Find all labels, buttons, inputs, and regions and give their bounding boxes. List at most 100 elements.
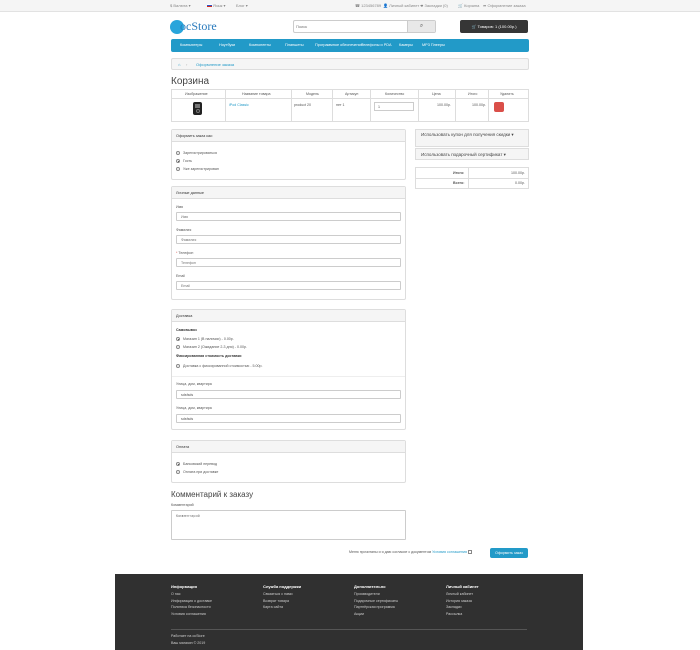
footer-heading: Информация [171, 584, 197, 589]
account-dropdown[interactable]: 👤 Личный кабинет ▾ [383, 3, 422, 8]
flag-icon [207, 4, 212, 8]
phone-link[interactable]: ☎ 123456789 [355, 3, 381, 8]
cart-table: Изображение Название товара Модель Артик… [171, 89, 529, 122]
language-dropdown[interactable]: Язык ▾ [207, 3, 225, 8]
footer-link[interactable]: Карта сайта [263, 605, 283, 609]
column-header: Количество [385, 92, 405, 96]
search-box: ⌕ [293, 20, 436, 33]
footer-link[interactable]: Подарочные сертификаты [354, 599, 398, 603]
lastname-field[interactable] [176, 235, 401, 244]
radio-fixed[interactable] [176, 364, 180, 368]
column-header: Итого [468, 92, 478, 96]
menu-item[interactable]: Ноутбуки [219, 43, 235, 47]
firstname-field[interactable] [176, 212, 401, 221]
footer-link[interactable]: Личный кабинет [446, 592, 473, 596]
coupon-toggle[interactable]: Использовать купон для получения скидки … [415, 129, 529, 147]
cart-link[interactable]: 🛒 Корзина [458, 3, 479, 8]
checkout-button[interactable]: Оформить заказ [490, 548, 528, 558]
fixed-heading: Фиксированная стоимость доставки [176, 354, 242, 358]
remove-button[interactable]: ✖ [494, 102, 504, 122]
email-field[interactable] [176, 281, 401, 290]
option-label: Банковский перевод [183, 462, 218, 466]
footer-link[interactable]: Связаться с нами [263, 592, 293, 596]
address-label: Улица, дом, квартира [176, 382, 212, 386]
address-field[interactable] [176, 390, 401, 399]
option-label: Уже зарегистрирован [183, 167, 219, 171]
wishlist-link[interactable]: ♥ Закладки (0) [421, 3, 448, 8]
footer-link[interactable]: Партнёрская программа [354, 605, 395, 609]
product-name-link[interactable]: iPod Classic [229, 103, 249, 107]
pickup-heading: Самовывоз [176, 328, 197, 332]
menu-item[interactable]: Компоненты [249, 43, 271, 47]
total-label: Всего: [453, 181, 465, 185]
main-menu: Компьютеры Ноутбуки Компоненты Планшеты … [171, 39, 529, 52]
radio-bank-transfer[interactable] [176, 462, 180, 466]
terms-link[interactable]: Условия соглашения [432, 550, 467, 554]
menu-item[interactable]: Компьютеры [180, 43, 202, 47]
menu-item[interactable]: Планшеты [285, 43, 304, 47]
totals-table: Итого: 100.00р. Всего: 0.00р. [415, 167, 529, 189]
home-icon[interactable]: ⌂ [178, 62, 180, 67]
footer-link[interactable]: Возврат товара [263, 599, 289, 603]
column-header: Удалить [500, 92, 514, 96]
footer-link[interactable]: Акции [354, 612, 364, 616]
subtotal-value: 100.00р. [511, 171, 525, 175]
footer-link[interactable]: Условия соглашения [171, 612, 206, 616]
search-input[interactable] [296, 22, 406, 31]
breadcrumb-separator: › [186, 62, 188, 67]
delivery-panel: Доставка Самовывоз Магазин 1 (В наличии)… [171, 309, 406, 430]
radio-guest[interactable] [176, 159, 180, 163]
currency-dropdown[interactable]: $ Валюта ▾ [170, 3, 191, 8]
search-button[interactable]: ⌕ [407, 21, 435, 32]
option-label: Магазин 1 (В наличии) - 0.00р. [183, 337, 234, 341]
menu-item[interactable]: Камеры [399, 43, 413, 47]
comment-label: Комментарий [171, 503, 194, 507]
column-header: Модель [306, 92, 319, 96]
option-label: Магазин 2 (Ожидание 2-3 дня) - 0.00р. [183, 345, 247, 349]
address-field[interactable] [176, 414, 401, 423]
radio-pickup-2[interactable] [176, 345, 180, 349]
radio-register[interactable] [176, 151, 180, 155]
breadcrumb: ⌂ › Оформление заказа [171, 58, 529, 70]
product-image[interactable] [193, 102, 202, 115]
footer-heading: Дополнительно [354, 584, 386, 589]
footer-link[interactable]: Информация о доставке [171, 599, 212, 603]
quantity-input[interactable] [374, 102, 414, 111]
footer-link[interactable]: Закладки [446, 605, 462, 609]
breadcrumb-current[interactable]: Оформление заказа [196, 62, 234, 67]
voucher-toggle[interactable]: Использовать подарочный сертификат ▾ [415, 148, 529, 160]
comment-textarea[interactable] [171, 510, 406, 540]
column-header: Артикул [345, 92, 359, 96]
footer-divider [171, 629, 527, 630]
product-model: product 20 [294, 103, 311, 107]
menu-item[interactable]: MP3 Плееры [422, 43, 445, 47]
radio-login[interactable] [176, 167, 180, 171]
copyright: Ваш магазин © 2019 [171, 641, 206, 645]
product-total: 100.00р. [472, 103, 486, 107]
powered-by: Работает на ocStore [171, 634, 205, 638]
close-icon: ✖ [499, 118, 503, 122]
checkout-link[interactable]: ➦ Оформление заказа [483, 3, 526, 8]
column-header: Цена [432, 92, 441, 96]
cart-button[interactable]: 🛒 Товаров: 1 (100.00р.) [460, 20, 528, 33]
option-label: Гость [183, 159, 193, 163]
footer-link[interactable]: Производители [354, 592, 380, 596]
column-header: Изображение [185, 92, 208, 96]
agree-checkbox[interactable] [467, 550, 472, 555]
option-label: Доставка с фиксированной стоимостью - 5.… [183, 364, 263, 368]
footer-link[interactable]: Рассылка [446, 612, 462, 616]
footer-link[interactable]: О нас [171, 592, 181, 596]
product-price: 100.00р. [437, 103, 451, 107]
menu-item[interactable]: Телефоны и PDA [361, 43, 392, 47]
footer-link[interactable]: История заказа [446, 599, 472, 603]
total-value: 0.00р. [515, 181, 525, 185]
agreement-text: Меню прочитаны и я даю согласие с докуме… [349, 550, 472, 555]
radio-cash-on-delivery[interactable] [176, 470, 180, 474]
phone-field[interactable] [176, 258, 401, 267]
top-bar: $ Валюта ▾ Язык ▾ Блог ▾ ☎ 123456789 👤 Л… [0, 0, 700, 12]
radio-pickup-1[interactable] [176, 337, 180, 341]
blog-dropdown[interactable]: Блог ▾ [236, 3, 248, 8]
footer-link[interactable]: Политика безопасности [171, 605, 211, 609]
firstname-label: Имя [176, 205, 183, 209]
menu-item[interactable]: Программное обеспечение [315, 43, 363, 47]
